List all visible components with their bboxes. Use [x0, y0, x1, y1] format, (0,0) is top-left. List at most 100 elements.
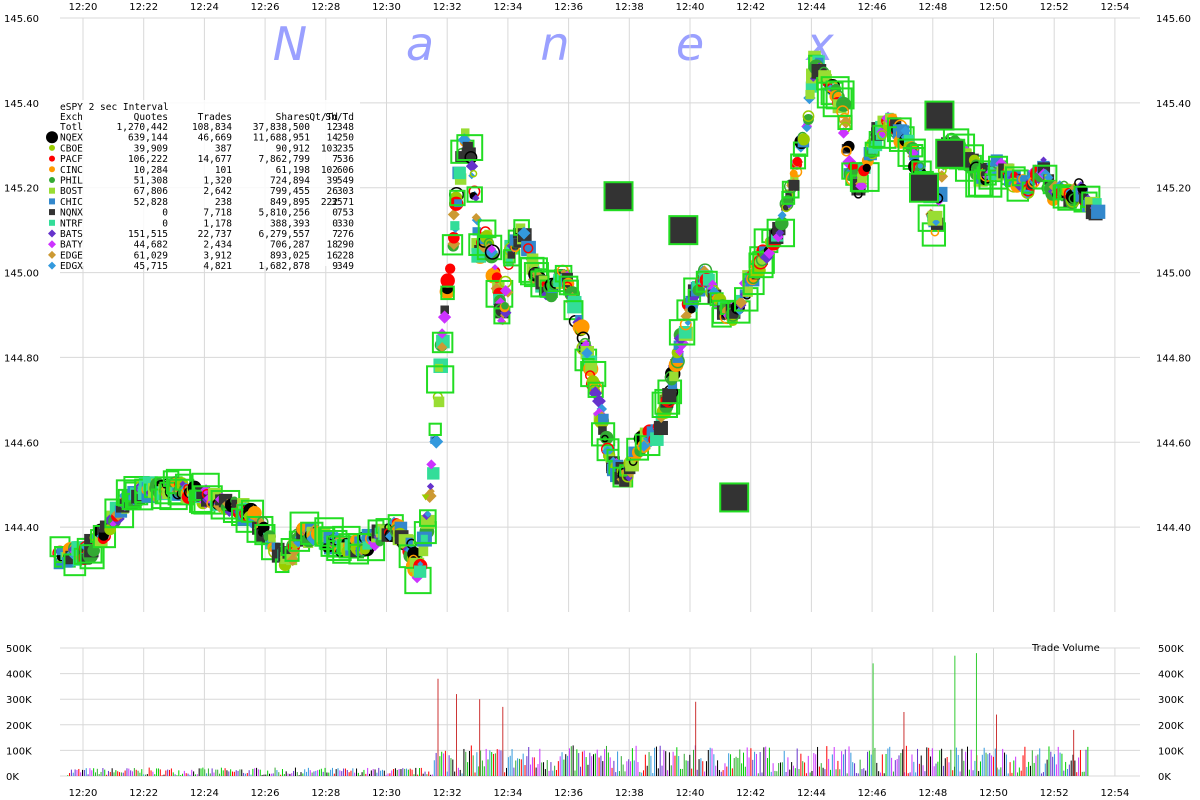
brand-letter: a	[406, 17, 434, 71]
table-cell: BATS	[60, 229, 83, 240]
legend-marker-diamond	[48, 250, 56, 259]
table-cell: BATY	[60, 240, 83, 251]
table-cell: 1,270,442	[117, 122, 168, 133]
price-marker-square	[453, 166, 466, 180]
price-marker-circle	[792, 157, 803, 167]
table-cell: EDGX	[60, 261, 83, 272]
legend-marker-square	[49, 209, 55, 216]
time-tick-label: 12:36	[554, 788, 583, 799]
price-tick-label: 145.20	[1156, 184, 1191, 195]
price-marker-square	[933, 212, 942, 221]
time-tick-label: 12:50	[979, 788, 1008, 799]
time-tick-label: 12:20	[69, 2, 98, 13]
legend-marker-circle	[46, 131, 58, 144]
brand-letter: N	[273, 17, 307, 71]
table-cell: 0	[162, 218, 168, 229]
time-tick-label: 12:30	[372, 2, 401, 13]
time-tick-label: 12:22	[129, 2, 158, 13]
price-marker-green-square	[428, 422, 442, 436]
price-tick-label: 145.40	[4, 99, 39, 110]
table-cell: EDGE	[60, 250, 83, 261]
table-cell: BOST	[60, 186, 83, 197]
table-cell: 3571	[331, 197, 354, 208]
outlier-square	[603, 181, 634, 212]
table-cell: 151,515	[128, 229, 168, 240]
price-marker-square	[567, 295, 582, 310]
table-cell: 276	[337, 229, 354, 240]
time-tick-label: 12:46	[858, 2, 887, 13]
price-marker-square	[413, 565, 427, 578]
time-tick-label: 12:28	[311, 788, 340, 799]
table-cell: CHIC	[60, 197, 83, 208]
price-marker-circle	[574, 319, 590, 335]
legend-marker-circle	[49, 155, 55, 162]
table-cell: 290	[337, 240, 354, 251]
table-cell: 101	[215, 165, 232, 176]
table-cell: 549	[337, 176, 354, 187]
time-tick-label: 12:32	[433, 788, 462, 799]
time-tick-label: 12:34	[493, 788, 522, 799]
time-tick-label: 12:54	[1100, 788, 1129, 799]
table-cell: Totl	[60, 122, 83, 133]
table-cell: 536	[337, 154, 354, 165]
legend-marker-circle	[49, 166, 55, 173]
volume-tick-label: 300K	[6, 695, 32, 706]
price-tick-label: 145.60	[4, 14, 39, 25]
table-cell: 52,828	[134, 197, 169, 208]
time-tick-label: 12:32	[433, 2, 462, 13]
table-cell: 238	[215, 197, 232, 208]
legend-marker-circle	[49, 144, 55, 151]
time-tick-label: 12:42	[736, 2, 765, 13]
price-ticks-right: 145.60 145.40 145.20 145.00 144.80 144.60 144.…	[1156, 14, 1191, 534]
price-tick-label: 144.80	[4, 353, 39, 364]
time-tick-label: 12:26	[251, 2, 280, 13]
table-cell: 4,821	[203, 261, 232, 272]
table-cell: 3,912	[203, 250, 232, 261]
table-cell: NQNX	[60, 208, 83, 219]
price-marker-circle	[440, 273, 455, 288]
table-cell: 893,025	[270, 250, 310, 261]
legend-marker-circle	[49, 177, 55, 183]
volume-tick-label: 0K	[1158, 772, 1171, 783]
time-tick-label: 12:40	[676, 2, 705, 13]
table-cell: 61,198	[276, 165, 311, 176]
outlier-square	[935, 138, 966, 169]
table-cell: 388,393	[270, 218, 310, 229]
table-cell: 0	[162, 208, 168, 219]
volume-tick-label: 300K	[1158, 695, 1184, 706]
volume-bars	[67, 653, 1089, 776]
table-cell: 106,222	[128, 154, 168, 165]
table-cell: 102	[321, 165, 338, 176]
table-cell: 7,718	[203, 208, 232, 219]
time-tick-label: 12:22	[129, 788, 158, 799]
price-marker-square	[427, 467, 440, 480]
price-tick-label: 144.40	[4, 523, 39, 534]
time-tick-label: 12:38	[615, 2, 644, 13]
time-tick-label: 12:54	[1100, 2, 1129, 13]
time-tick-label: 12:42	[736, 788, 765, 799]
table-cell: 67,806	[134, 186, 169, 197]
table-cell: 10,284	[134, 165, 169, 176]
time-tick-label: 12:30	[372, 788, 401, 799]
table-cell: CINC	[60, 165, 83, 176]
table-cell: 22,737	[198, 229, 232, 240]
table-cell: 606	[337, 165, 354, 176]
time-tick-label: 12:44	[797, 788, 826, 799]
table-cell: 61,029	[134, 250, 169, 261]
volume-label: Trade Volume	[1031, 643, 1100, 654]
volume-ticks-right: 500K 400K 300K 200K 100K 0K	[1158, 644, 1184, 783]
price-marker-square	[420, 534, 428, 542]
time-tick-label: 12:38	[615, 788, 644, 799]
table-cell: 753	[337, 208, 354, 219]
table-cell: NQEX	[60, 133, 83, 144]
price-marker-circle	[797, 133, 810, 146]
price-marker-square	[1091, 204, 1106, 219]
volume-tick-label: 500K	[6, 644, 32, 655]
time-tick-label: 12:46	[858, 788, 887, 799]
time-tick-label: 12:26	[251, 788, 280, 799]
volume-tick-label: 100K	[1158, 746, 1184, 757]
time-tick-label: 12:52	[1040, 788, 1069, 799]
table-cell: 330	[337, 218, 354, 229]
time-tick-label: 12:40	[676, 788, 705, 799]
legend-marker-square	[49, 198, 55, 205]
